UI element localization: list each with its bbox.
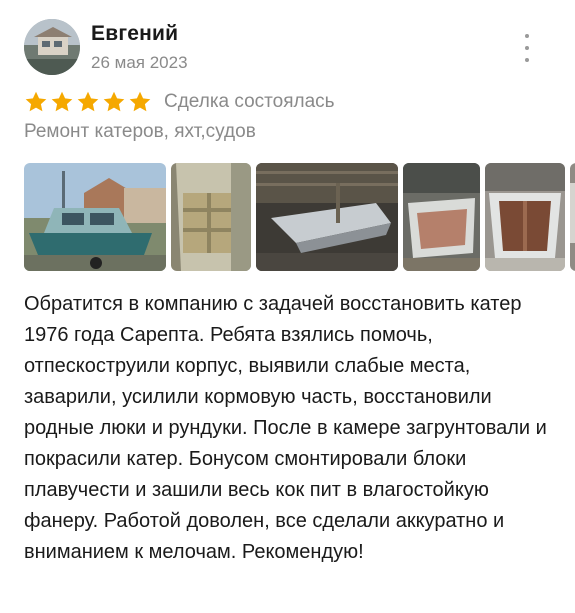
star-icon bbox=[77, 91, 99, 112]
review-date: 26 мая 2023 bbox=[91, 53, 188, 72]
review-photo[interactable] bbox=[256, 163, 398, 271]
review-photo[interactable] bbox=[570, 163, 575, 271]
review-card: Евгений 26 мая 2023 Сделка состоялась Ре… bbox=[0, 0, 575, 613]
avatar[interactable] bbox=[24, 19, 80, 75]
more-dot bbox=[525, 46, 529, 50]
service-category: Ремонт катеров, яхт,судов bbox=[24, 121, 256, 142]
photo-strip[interactable] bbox=[24, 163, 575, 271]
star-icon bbox=[51, 91, 73, 112]
deal-status: Сделка состоялась bbox=[164, 91, 335, 112]
star-icon bbox=[103, 91, 125, 112]
star-icon bbox=[129, 91, 151, 112]
more-dot bbox=[525, 58, 529, 62]
review-photo[interactable] bbox=[171, 163, 251, 271]
star-icon bbox=[25, 91, 47, 112]
review-photo[interactable] bbox=[24, 163, 166, 271]
more-dot bbox=[525, 34, 529, 38]
review-photo[interactable] bbox=[485, 163, 565, 271]
review-text: Обратится в компанию с задачей восстанов… bbox=[24, 293, 547, 563]
rating-stars bbox=[24, 90, 152, 114]
author-name[interactable]: Евгений bbox=[91, 22, 178, 46]
more-vertical-icon[interactable] bbox=[515, 34, 539, 62]
review-photo[interactable] bbox=[403, 163, 480, 271]
rating-row: Сделка состоялась bbox=[24, 89, 335, 115]
